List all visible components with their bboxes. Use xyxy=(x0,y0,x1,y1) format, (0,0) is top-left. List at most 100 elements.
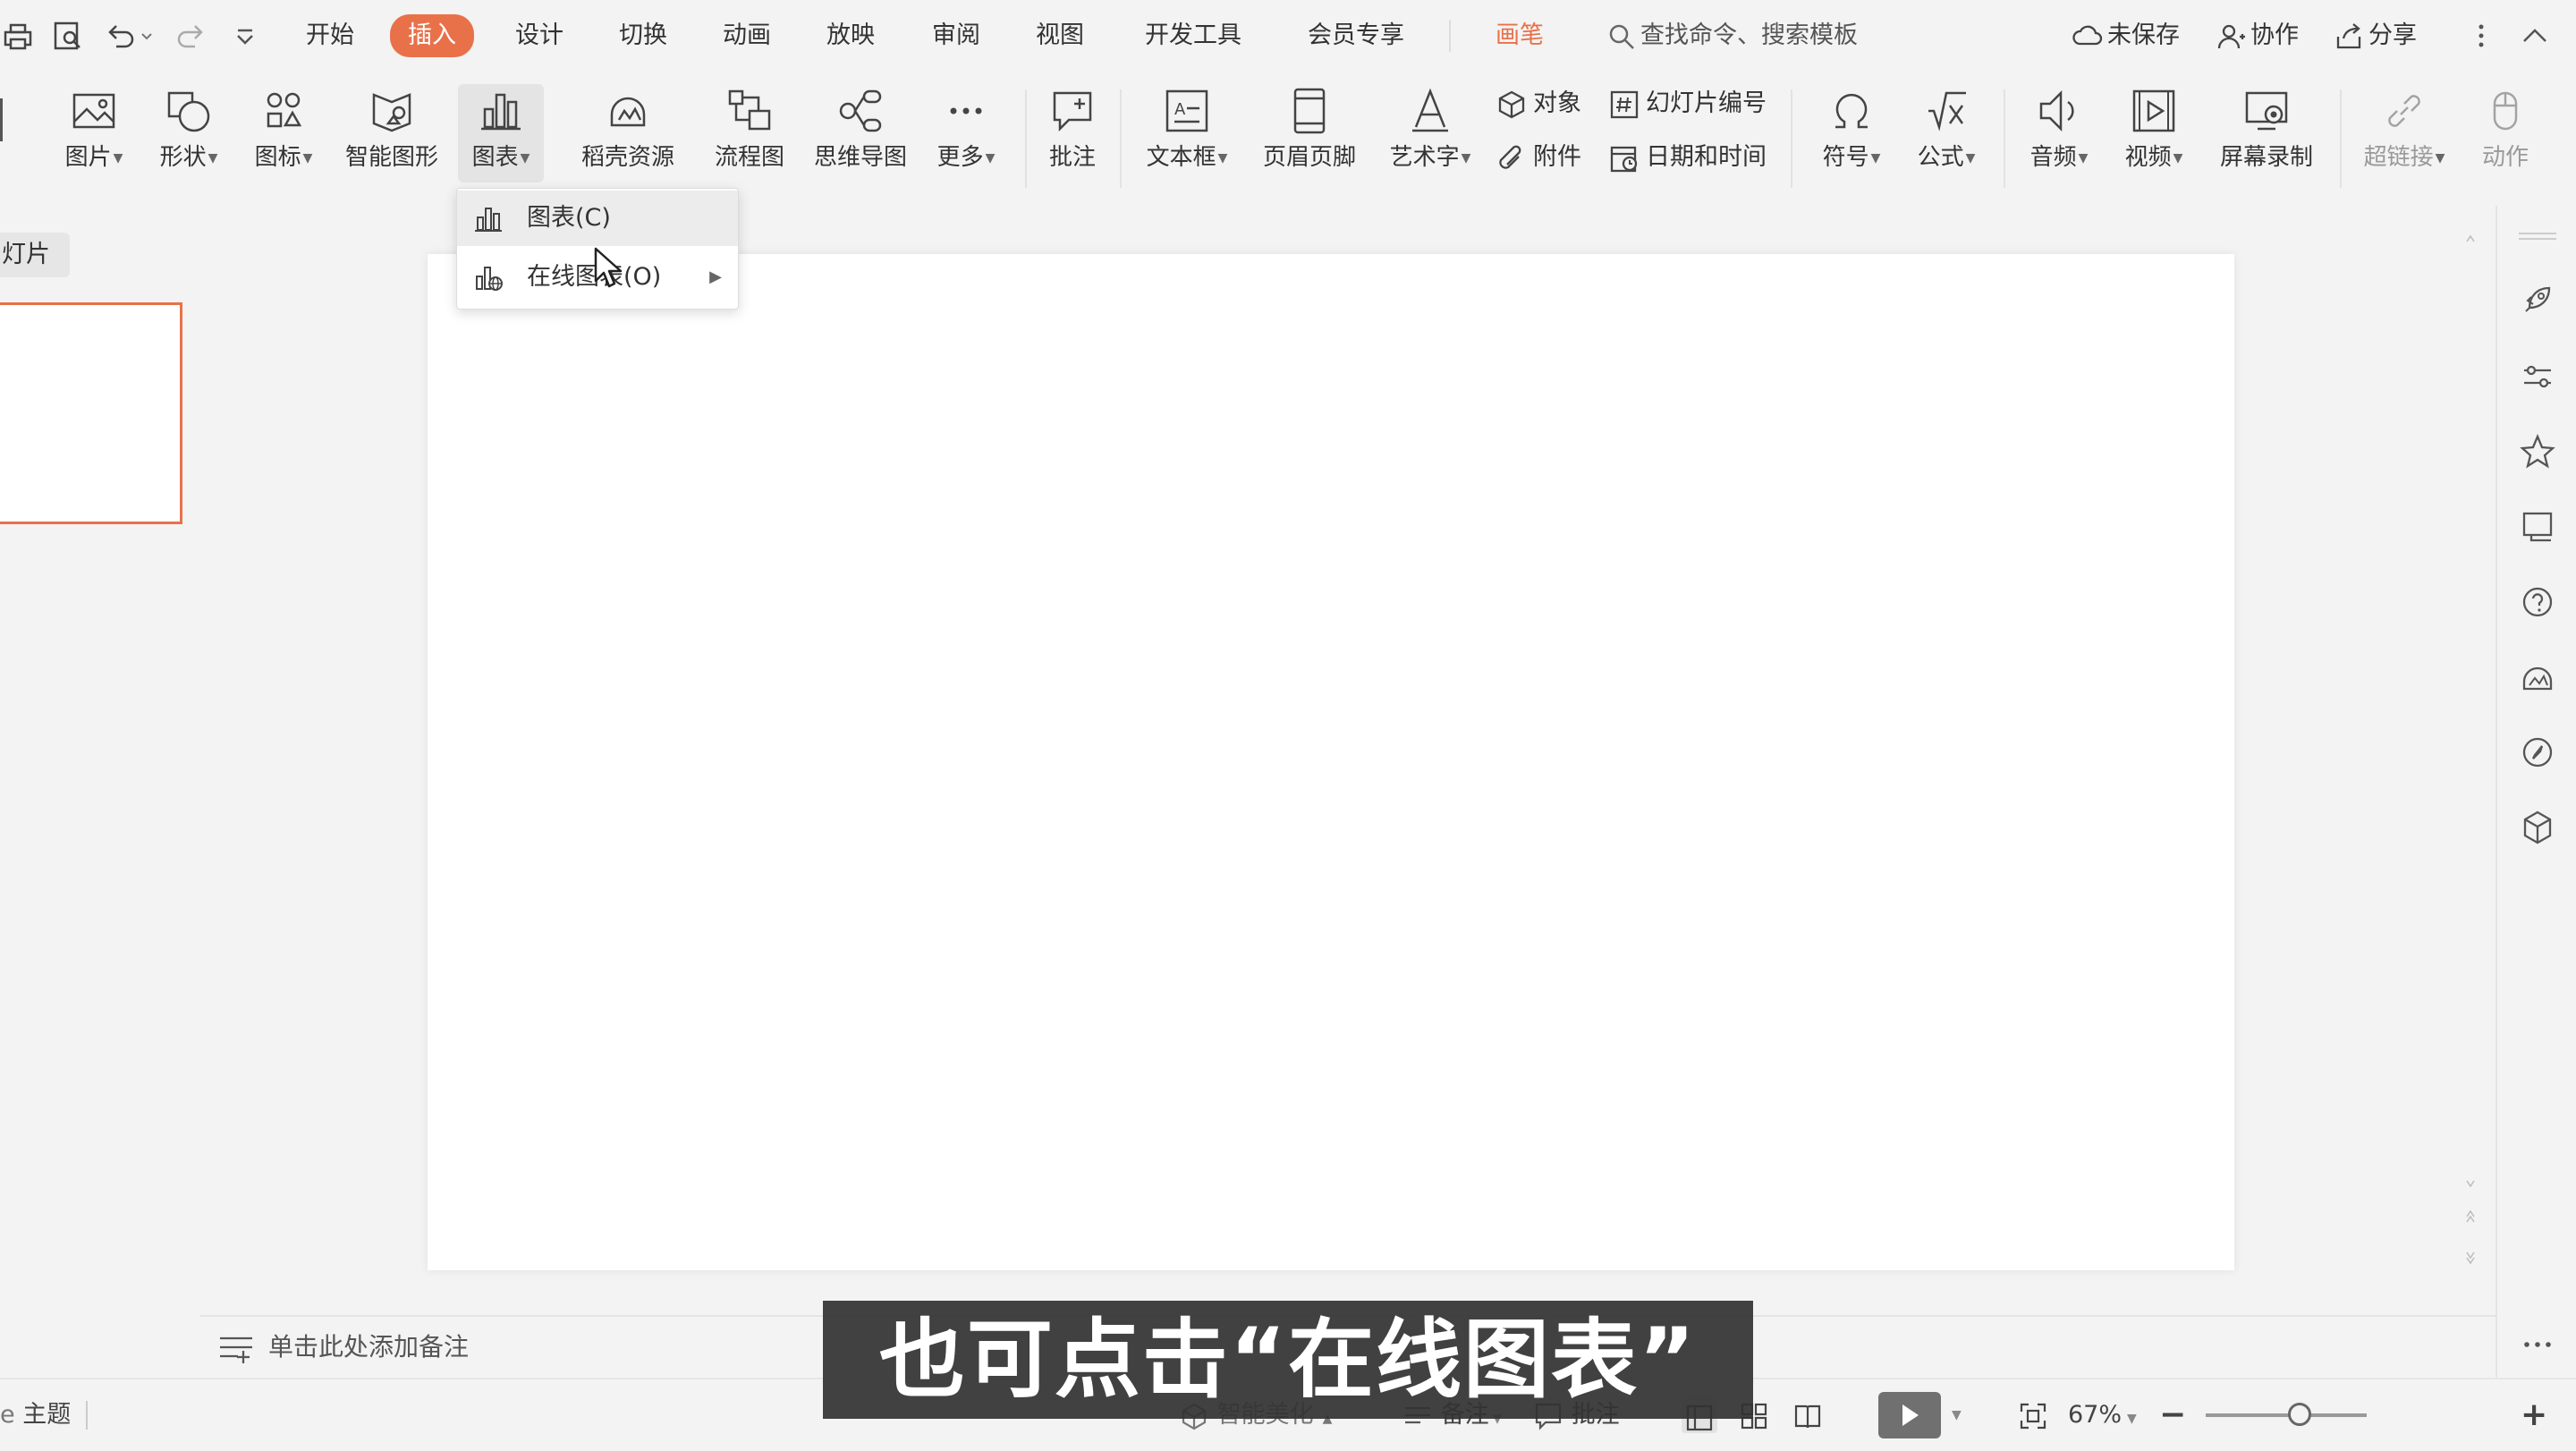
link-icon xyxy=(2388,95,2420,127)
tab-animation[interactable]: 动画 xyxy=(723,18,771,54)
textbox-button[interactable]: A 文本框 ▼ xyxy=(1138,84,1236,182)
tab-devtools[interactable]: 开发工具 xyxy=(1145,18,1241,54)
fit-window-button[interactable] xyxy=(2018,1396,2048,1435)
smartart-icon xyxy=(372,93,411,132)
redo-icon[interactable] xyxy=(174,18,209,54)
slide-thumbnail-1[interactable] xyxy=(0,302,182,524)
datetime-button[interactable]: 日期和时间 xyxy=(1608,138,1767,177)
undo-icon[interactable] xyxy=(102,18,138,54)
unsaved-button[interactable]: 未保存 xyxy=(2072,16,2180,55)
shape-label: 形状 xyxy=(159,144,207,171)
textbox-label: 文本框 xyxy=(1146,144,1216,171)
docer-resource-button[interactable]: 稻壳资源 xyxy=(574,84,682,182)
rocket-icon[interactable] xyxy=(2517,279,2558,320)
share-label: 分享 xyxy=(2368,21,2417,49)
zoom-slider-track[interactable] xyxy=(2206,1413,2367,1417)
tab-slideshow[interactable]: 放映 xyxy=(826,18,875,54)
more-options-icon[interactable] xyxy=(2462,16,2501,55)
star-icon[interactable] xyxy=(2517,431,2558,472)
collapse-ribbon-icon[interactable] xyxy=(2515,16,2555,55)
more-button[interactable]: 更多 ▼ xyxy=(925,84,1007,182)
theme-button[interactable]: e 主题 xyxy=(0,1396,71,1435)
speaker-icon xyxy=(2039,89,2074,132)
icon-library-button[interactable]: 图标 ▼ xyxy=(242,84,326,182)
shape-button[interactable]: 形状 ▼ xyxy=(147,84,231,182)
hyperlink-button[interactable]: 超链接 ▼ xyxy=(2358,84,2451,182)
mindmap-icon xyxy=(839,89,882,132)
smartart-label: 智能图形 xyxy=(344,144,438,171)
tab-transition[interactable]: 切换 xyxy=(619,18,667,54)
tab-view[interactable]: 视图 xyxy=(1036,18,1084,54)
tab-start[interactable]: 开始 xyxy=(306,18,354,54)
ribbon-separator xyxy=(2340,89,2342,188)
docer-icon xyxy=(610,97,646,127)
mindmap-button[interactable]: 思维导图 xyxy=(809,84,912,182)
wordart-label: 艺术字 xyxy=(1389,144,1460,171)
wordart-button[interactable]: 艺术字 ▼ xyxy=(1381,84,1479,182)
header-footer-button[interactable]: 页眉页脚 xyxy=(1258,84,1361,182)
help-icon[interactable] xyxy=(2517,581,2558,623)
print-icon[interactable] xyxy=(0,18,36,54)
vertical-scrollbar[interactable] xyxy=(2464,224,2477,1315)
picture-button[interactable]: 图片 ▼ xyxy=(52,84,136,182)
share-button[interactable]: 分享 xyxy=(2333,16,2417,55)
notes-placeholder: 单击此处添加备注 xyxy=(268,1332,470,1362)
zoom-in-button[interactable]: + xyxy=(2521,1396,2547,1435)
flowchart-button[interactable]: 流程图 xyxy=(707,84,792,182)
docer-assets-icon[interactable] xyxy=(2517,657,2558,698)
tab-member[interactable]: 会员专享 xyxy=(1308,18,1404,54)
menu-item-chart[interactable]: 图表(C) xyxy=(457,191,738,246)
slides-copy-icon[interactable] xyxy=(2517,506,2558,547)
action-label: 动作 xyxy=(2481,144,2529,171)
more-dots-icon xyxy=(950,107,982,115)
smartart-button[interactable]: 智能图形 xyxy=(338,84,445,182)
compass-icon[interactable] xyxy=(2517,732,2558,773)
mouse-cursor-icon xyxy=(594,247,623,288)
slide-number-button[interactable]: 幻灯片编号 xyxy=(1608,84,1767,123)
bar-chart-icon xyxy=(481,93,521,131)
sidebar-drag-handle[interactable] xyxy=(2519,233,2556,240)
attachment-button[interactable]: 附件 xyxy=(1496,138,1581,177)
hash-icon xyxy=(1610,90,1639,118)
tab-review[interactable]: 审阅 xyxy=(932,18,980,54)
print-preview-icon[interactable] xyxy=(50,18,86,54)
formula-icon xyxy=(1928,91,1966,132)
undo-dropdown-icon[interactable] xyxy=(138,18,156,54)
play-slideshow-button[interactable] xyxy=(1878,1392,1941,1438)
command-search[interactable]: 查找命令、搜索模板 xyxy=(1606,16,1858,55)
slide[interactable] xyxy=(428,254,2234,1270)
chart-button[interactable]: 图表 ▼ xyxy=(458,84,544,182)
formula-button[interactable]: 公式 ▼ xyxy=(1905,84,1987,182)
paperclip-icon xyxy=(1499,145,1521,169)
bar-chart-icon xyxy=(475,208,502,232)
zoom-out-button[interactable]: − xyxy=(2159,1396,2186,1435)
more-horizontal-icon[interactable] xyxy=(2517,1324,2558,1365)
adjust-sliders-icon[interactable] xyxy=(2517,356,2558,397)
collab-button[interactable]: 协作 xyxy=(2215,16,2299,55)
object-button[interactable]: 对象 xyxy=(1496,84,1581,123)
reading-view-button[interactable] xyxy=(1792,1396,1823,1435)
comment-button[interactable]: 批注 xyxy=(1041,84,1104,182)
tab-insert[interactable]: 插入 xyxy=(390,14,474,57)
icon-library-icon xyxy=(267,92,302,128)
zoom-slider-handle[interactable] xyxy=(2288,1403,2311,1426)
cube-icon[interactable] xyxy=(2517,807,2558,848)
play-options-dropdown[interactable]: ▼ xyxy=(1952,1396,1962,1435)
action-button[interactable]: 动作 xyxy=(2465,84,2546,182)
tab-pen[interactable]: 画笔 xyxy=(1496,18,1544,54)
more-label: 更多 xyxy=(936,144,984,171)
customize-toolbar-icon[interactable] xyxy=(227,18,263,54)
datetime-label: 日期和时间 xyxy=(1646,143,1767,171)
slides-tab[interactable]: 灯片 xyxy=(0,233,70,277)
zoom-level[interactable]: 67% ▼ xyxy=(2068,1396,2137,1435)
collab-label: 协作 xyxy=(2250,21,2299,49)
theme-label: 主题 xyxy=(22,1401,72,1429)
symbol-button[interactable]: 符号 ▼ xyxy=(1810,84,1893,182)
omega-icon xyxy=(1835,93,1868,129)
audio-button[interactable]: 音频 ▼ xyxy=(2018,84,2100,182)
unsaved-label: 未保存 xyxy=(2107,21,2180,49)
tab-design[interactable]: 设计 xyxy=(515,18,564,54)
screen-record-button[interactable]: 屏幕录制 xyxy=(2213,84,2320,182)
video-button[interactable]: 视频 ▼ xyxy=(2113,84,2195,182)
tab-divider xyxy=(1449,20,1451,52)
